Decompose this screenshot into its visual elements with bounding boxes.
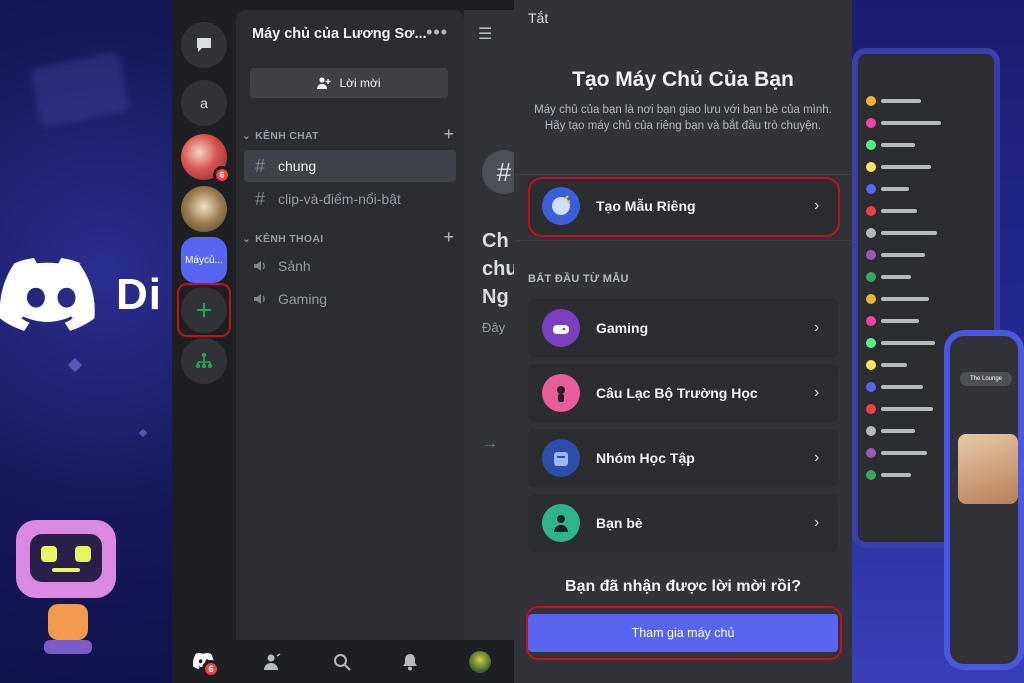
server-icon-a[interactable]: a	[181, 80, 227, 126]
chevron-right-icon: ›	[814, 384, 820, 401]
discord-app: a 6 Máycủ... Máy chủ của Lương Sơ... •••	[172, 0, 852, 683]
server-icon-image[interactable]: 6	[181, 134, 231, 184]
template-label: Câu Lạc Bộ Trường Học	[596, 385, 758, 401]
plus-icon	[197, 303, 211, 317]
add-text-channel-icon[interactable]: +	[443, 124, 454, 145]
have-invite-heading: Bạn đã nhận được lời mời rồi?	[565, 578, 801, 595]
template-item-school-club[interactable]: Câu Lạc Bộ Trường Học ›	[528, 364, 838, 422]
create-custom-template-item[interactable]: Tạo Mẫu Riêng ›	[528, 177, 838, 235]
crown-decoration	[29, 51, 131, 129]
avatar	[469, 651, 491, 673]
home-badge: 6	[202, 660, 220, 678]
category-label: KÊNH THOẠI	[255, 233, 324, 245]
template-label: Bạn bè	[596, 515, 643, 531]
hierarchy-icon	[195, 352, 213, 369]
nav-friends[interactable]	[260, 650, 284, 674]
server-rail: a 6 Máycủ...	[172, 0, 236, 640]
notification-badge: 6	[213, 166, 231, 184]
promo-background-right: The Lounge	[852, 0, 1024, 683]
template-item-study-group[interactable]: Nhóm Học Tập ›	[528, 429, 838, 487]
menu-icon[interactable]: ☰	[478, 24, 492, 44]
sheet-subtitle: Máy chủ của bạn là nơi bạn giao lưu với …	[534, 104, 832, 132]
nav-home[interactable]: 6	[192, 650, 220, 678]
school-club-icon	[542, 374, 580, 412]
custom-template-icon	[542, 187, 580, 225]
divider	[514, 174, 852, 175]
chevron-down-icon: ⌄	[242, 233, 252, 245]
video-tile	[958, 434, 1018, 504]
add-person-icon	[317, 77, 331, 89]
channel-label: Sảnh	[278, 258, 311, 274]
welcome-subtext: Đây	[482, 320, 506, 335]
template-item-friends[interactable]: Bạn bè ›	[528, 494, 838, 552]
invite-label: Lời mời	[339, 76, 381, 90]
sheet-title: Tạo Máy Chủ Của Bạn	[572, 68, 794, 91]
nav-profile[interactable]	[468, 650, 492, 674]
discover-servers-button[interactable]	[181, 338, 227, 384]
arrow-right-icon: →	[482, 435, 498, 452]
channel-hash-icon: #	[482, 150, 514, 194]
star-decoration	[138, 428, 148, 438]
voice-channel-sanh[interactable]: Sảnh	[244, 250, 456, 282]
channel-label: clip-và-điểm-nổi-bật	[278, 191, 401, 207]
channel-label: chung	[278, 158, 317, 174]
category-text-channels[interactable]: ⌄ KÊNH CHAT	[242, 130, 319, 142]
discord-logo-icon	[0, 258, 95, 331]
channel-item-chung[interactable]: # chung	[244, 150, 456, 182]
custom-template-label: Tạo Mẫu Riêng	[596, 198, 696, 214]
welcome-text: Ch	[482, 230, 509, 252]
chat-bubble-icon	[197, 38, 211, 52]
channel-label: Gaming	[278, 291, 328, 307]
server-icon-image[interactable]	[181, 186, 227, 232]
section-label-from-template: BẮT ĐẦU TỪ MẪU	[528, 273, 629, 285]
chevron-down-icon: ⌄	[242, 130, 252, 142]
channel-list: Máy chủ của Lương Sơ... ••• Lời mời ⌄ KÊ…	[236, 10, 464, 640]
brand-wordmark: Di	[116, 270, 162, 319]
study-group-icon	[542, 439, 580, 477]
speaker-icon	[254, 294, 265, 304]
server-icon-active[interactable]: Máycủ...	[181, 237, 227, 283]
join-server-button[interactable]: Tham gia máy chủ	[528, 614, 838, 652]
welcome-text: chu	[482, 258, 514, 280]
chevron-right-icon: ›	[814, 319, 820, 336]
bottom-nav: 6	[172, 640, 514, 683]
friends-wave-icon	[264, 653, 281, 670]
star-decoration	[67, 357, 83, 373]
category-voice-channels[interactable]: ⌄ KÊNH THOẠI	[242, 233, 323, 245]
add-server-button[interactable]	[181, 287, 227, 333]
phone-header-pill: The Lounge	[960, 372, 1012, 386]
close-button[interactable]: Tắt	[528, 10, 548, 26]
robot-mascot-icon	[16, 520, 116, 654]
friends-icon	[542, 504, 580, 542]
hash-icon: #	[254, 155, 265, 176]
promo-background-left: Di	[0, 0, 172, 683]
channel-item-clip[interactable]: # clip-và-điểm-nổi-bật	[244, 183, 456, 215]
chevron-right-icon: ›	[814, 197, 820, 214]
screenshot-stage: Di The Lounge a 6 Máycủ... Máy chủ của L…	[0, 0, 1024, 683]
speaker-icon	[254, 261, 265, 271]
divider	[514, 240, 852, 241]
nav-search[interactable]	[330, 650, 354, 674]
welcome-text: Ng	[482, 286, 509, 308]
chevron-right-icon: ›	[814, 449, 820, 466]
add-voice-channel-icon[interactable]: +	[443, 227, 454, 248]
voice-channel-gaming[interactable]: Gaming	[244, 283, 456, 315]
chevron-right-icon: ›	[814, 514, 820, 531]
invite-button[interactable]: Lời mời	[250, 68, 448, 98]
search-icon	[334, 654, 351, 671]
direct-messages-button[interactable]	[181, 22, 227, 68]
more-options-icon[interactable]: •••	[426, 22, 448, 43]
chat-panel-peek: ☰ # Ch chu Ng Đây →	[464, 10, 514, 640]
category-label: KÊNH CHAT	[255, 130, 319, 142]
template-label: Gaming	[596, 320, 649, 336]
template-item-gaming[interactable]: Gaming ›	[528, 299, 838, 357]
bell-icon	[403, 654, 417, 671]
phone-mockup: The Lounge	[944, 330, 1024, 670]
hash-icon: #	[254, 188, 265, 209]
create-server-sheet: Tắt Tạo Máy Chủ Của Bạn Máy chủ của bạn …	[514, 0, 852, 683]
nav-notifications[interactable]	[398, 650, 422, 674]
server-title[interactable]: Máy chủ của Lương Sơ...	[252, 26, 432, 42]
template-label: Nhóm Học Tập	[596, 450, 695, 466]
gaming-controller-icon	[542, 309, 580, 347]
